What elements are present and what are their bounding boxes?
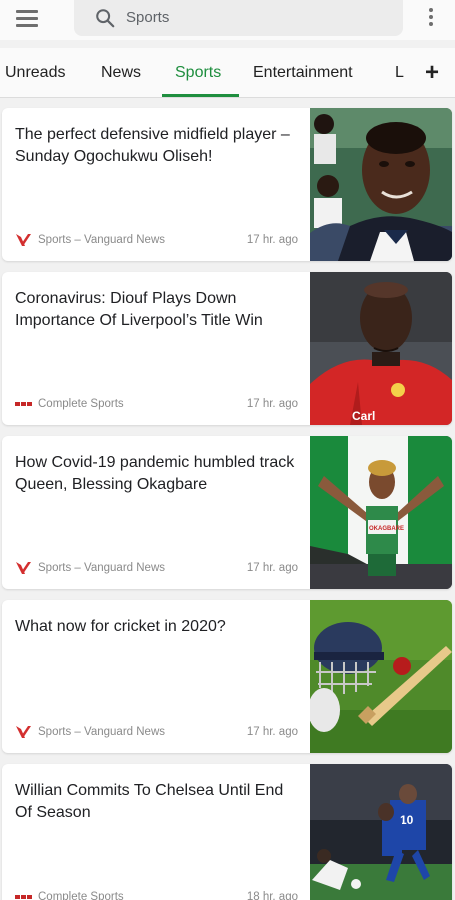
article-meta: Sports – Vanguard News 17 hr. ago <box>15 561 298 575</box>
article-time: 17 hr. ago <box>246 398 298 410</box>
svg-text:10: 10 <box>400 813 414 827</box>
article-thumbnail[interactable] <box>310 108 452 261</box>
article-source[interactable]: Sports – Vanguard News <box>38 726 165 738</box>
category-tab-bar: Unreads News Sports Entertainment L + <box>0 48 455 98</box>
search-bar[interactable]: Sports <box>74 0 403 36</box>
complete-sports-logo-icon <box>15 402 32 406</box>
svg-text:Carl: Carl <box>352 409 375 423</box>
article-meta: Sports – Vanguard News 17 hr. ago <box>15 233 298 247</box>
active-tab-indicator <box>162 94 239 97</box>
article-title[interactable]: How Covid-19 pandemic humbled track Quee… <box>15 452 295 496</box>
article-card[interactable]: What now for cricket in 2020? Sports – V… <box>2 600 452 753</box>
article-title[interactable]: What now for cricket in 2020? <box>15 616 295 638</box>
article-card[interactable]: Willian Commits To Chelsea Until End Of … <box>2 764 452 900</box>
article-meta: Sports – Vanguard News 17 hr. ago <box>15 725 298 739</box>
tab-truncated[interactable]: L <box>395 64 404 82</box>
article-card[interactable]: How Covid-19 pandemic humbled track Quee… <box>2 436 452 589</box>
menu-icon[interactable] <box>16 10 38 28</box>
article-title[interactable]: The perfect defensive midfield player – … <box>15 124 295 168</box>
tab-unreads[interactable]: Unreads <box>5 64 65 82</box>
article-thumbnail[interactable]: OKAGBARE <box>310 436 452 589</box>
tab-entertainment[interactable]: Entertainment <box>253 64 353 82</box>
article-time: 18 hr. ago <box>246 891 298 900</box>
more-options-icon[interactable] <box>422 8 440 30</box>
svg-text:OKAGBARE: OKAGBARE <box>369 526 404 532</box>
top-app-bar: Sports <box>0 0 455 40</box>
article-title[interactable]: Coronavirus: Diouf Plays Down Importance… <box>15 288 295 332</box>
complete-sports-logo-icon <box>15 895 32 899</box>
article-time: 17 hr. ago <box>246 726 298 738</box>
article-thumbnail[interactable] <box>310 600 452 753</box>
article-thumbnail[interactable]: 10 <box>310 764 452 900</box>
article-time: 17 hr. ago <box>246 562 298 574</box>
article-card[interactable]: Coronavirus: Diouf Plays Down Importance… <box>2 272 452 425</box>
article-thumbnail[interactable]: Carl <box>310 272 452 425</box>
vanguard-logo-icon <box>16 726 31 738</box>
article-source[interactable]: Sports – Vanguard News <box>38 562 165 574</box>
vanguard-logo-icon <box>16 234 31 246</box>
article-meta: Complete Sports 17 hr. ago <box>15 397 298 411</box>
search-icon <box>96 9 115 28</box>
article-source[interactable]: Complete Sports <box>38 891 124 900</box>
article-meta: Complete Sports 18 hr. ago <box>15 890 298 900</box>
article-source[interactable]: Complete Sports <box>38 398 124 410</box>
add-tab-icon[interactable]: + <box>412 58 452 88</box>
article-time: 17 hr. ago <box>246 234 298 246</box>
article-title[interactable]: Willian Commits To Chelsea Until End Of … <box>15 780 295 824</box>
tab-news[interactable]: News <box>101 64 141 82</box>
article-card[interactable]: The perfect defensive midfield player – … <box>2 108 452 261</box>
vanguard-logo-icon <box>16 562 31 574</box>
tab-sports[interactable]: Sports <box>175 64 221 82</box>
article-source[interactable]: Sports – Vanguard News <box>38 234 165 246</box>
search-query-text[interactable]: Sports <box>126 9 169 26</box>
